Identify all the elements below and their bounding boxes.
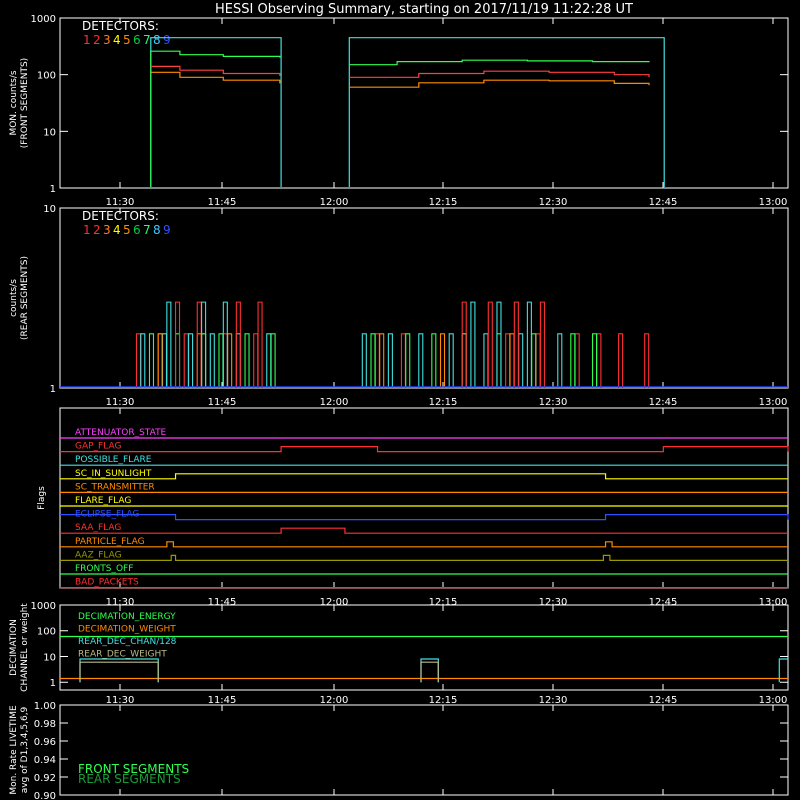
y-tick-label: 0.92 [34,773,56,784]
legend-entry: DECIMATION_WEIGHT [78,625,176,635]
legend-entry: 9 [163,223,171,237]
y-axis-label: avg of D1,3,4,5,6,9 [20,706,30,793]
y-axis-label: DECIMATION [9,619,19,676]
legend-entry: 7 [143,223,151,237]
y-axis-label: Mon. Rate LIVETIME [9,705,19,795]
flag-label: SC_TRANSMITTER [75,482,155,492]
x-tick-label: 12:30 [539,695,568,706]
legend-entry: DECIMATION_ENERGY [78,612,176,622]
flag-label: SAA_FLAG [75,523,121,533]
x-tick-label: 12:45 [649,397,678,408]
legend-entry: 6 [133,223,141,237]
y-axis-label: MON. counts/s [9,70,19,135]
y-tick-label: 10 [43,204,56,215]
flag-label: FRONTS_OFF [75,564,133,574]
legend-entry: 3 [103,223,111,237]
observing-summary-figure: HESSI Observing Summary, starting on 201… [0,0,800,800]
legend-entry: REAR_DEC_WEIGHT [78,650,167,660]
flag-label: POSSIBLE_FLARE [75,455,152,465]
y-tick-label: 0.96 [34,737,56,748]
legend-entry: 5 [123,223,131,237]
y-tick-label: 1000 [31,14,56,25]
y-tick-label: 10 [43,127,56,138]
y-tick-label: 1 [50,184,56,195]
x-tick-label: 11:45 [208,397,237,408]
y-axis-label: CHANNEL or weight [20,603,30,692]
legend-entry: REAR SEGMENTS [78,772,181,786]
legend-entry: 1 [83,223,91,237]
figure-title: HESSI Observing Summary, starting on 201… [215,2,633,17]
x-tick-label: 12:15 [429,197,458,208]
y-tick-label: 1 [50,678,56,689]
y-tick-label: 1.00 [34,701,56,712]
legend-entry: 2 [93,223,101,237]
x-tick-label: 12:00 [320,197,349,208]
y-axis-label: (FRONT SEGMENTS) [20,58,30,148]
legend-entry: 4 [113,33,121,47]
y-tick-label: 0.90 [34,791,56,800]
flag-label: SC_IN_SUNLIGHT [75,469,152,479]
y-axis-label: (REAR SEGMENTS) [20,256,30,340]
flag-label: AAZ_FLAG [75,550,122,560]
y-tick-label: 1 [50,384,56,395]
x-tick-label: 12:30 [539,197,568,208]
x-tick-label: 13:00 [759,397,788,408]
x-tick-label: 12:30 [539,397,568,408]
legend-entry: 6 [133,33,141,47]
x-tick-label: 13:00 [759,695,788,706]
y-tick-label: 10 [43,652,56,663]
x-tick-label: 12:15 [429,397,458,408]
y-tick-label: 0.94 [34,755,56,766]
flag-label: GAP_FLAG [75,442,121,452]
legend-entry: 4 [113,223,121,237]
legend-entry: 2 [93,33,101,47]
x-tick-label: 12:00 [320,397,349,408]
flag-label: ATTENUATOR_STATE [75,428,167,438]
y-axis-label: Flags [37,486,47,510]
legend-entry: 8 [153,33,161,47]
flag-label: BAD_PACKETS [75,578,139,588]
x-tick-label: 12:00 [320,695,349,706]
legend-entry: 1 [83,33,91,47]
y-tick-label: 100 [37,627,56,638]
x-tick-label: 11:45 [208,695,237,706]
legend-title: DETECTORS: [82,19,159,33]
y-tick-label: 1000 [31,601,56,612]
x-tick-label: 13:00 [759,197,788,208]
y-tick-label: 0.98 [34,719,56,730]
x-tick-label: 11:45 [208,197,237,208]
x-tick-label: 11:30 [106,197,135,208]
legend-entry: 3 [103,33,111,47]
legend-entry: 5 [123,33,131,47]
x-tick-label: 11:30 [106,397,135,408]
y-tick-label: 100 [37,71,56,82]
x-tick-label: 12:45 [649,197,678,208]
legend-entry: 8 [153,223,161,237]
y-axis-label: counts/s [9,279,19,317]
legend-entry: REAR_DEC_CHAN/128 [78,637,177,647]
x-tick-label: 11:30 [106,695,135,706]
x-tick-label: 12:15 [429,695,458,706]
legend-title: DETECTORS: [82,209,159,223]
legend-entry: 9 [163,33,171,47]
x-tick-label: 12:45 [649,695,678,706]
flag-label: PARTICLE_FLAG [75,537,145,547]
legend-entry: 7 [143,33,151,47]
flag-label: FLARE_FLAG [75,496,131,506]
